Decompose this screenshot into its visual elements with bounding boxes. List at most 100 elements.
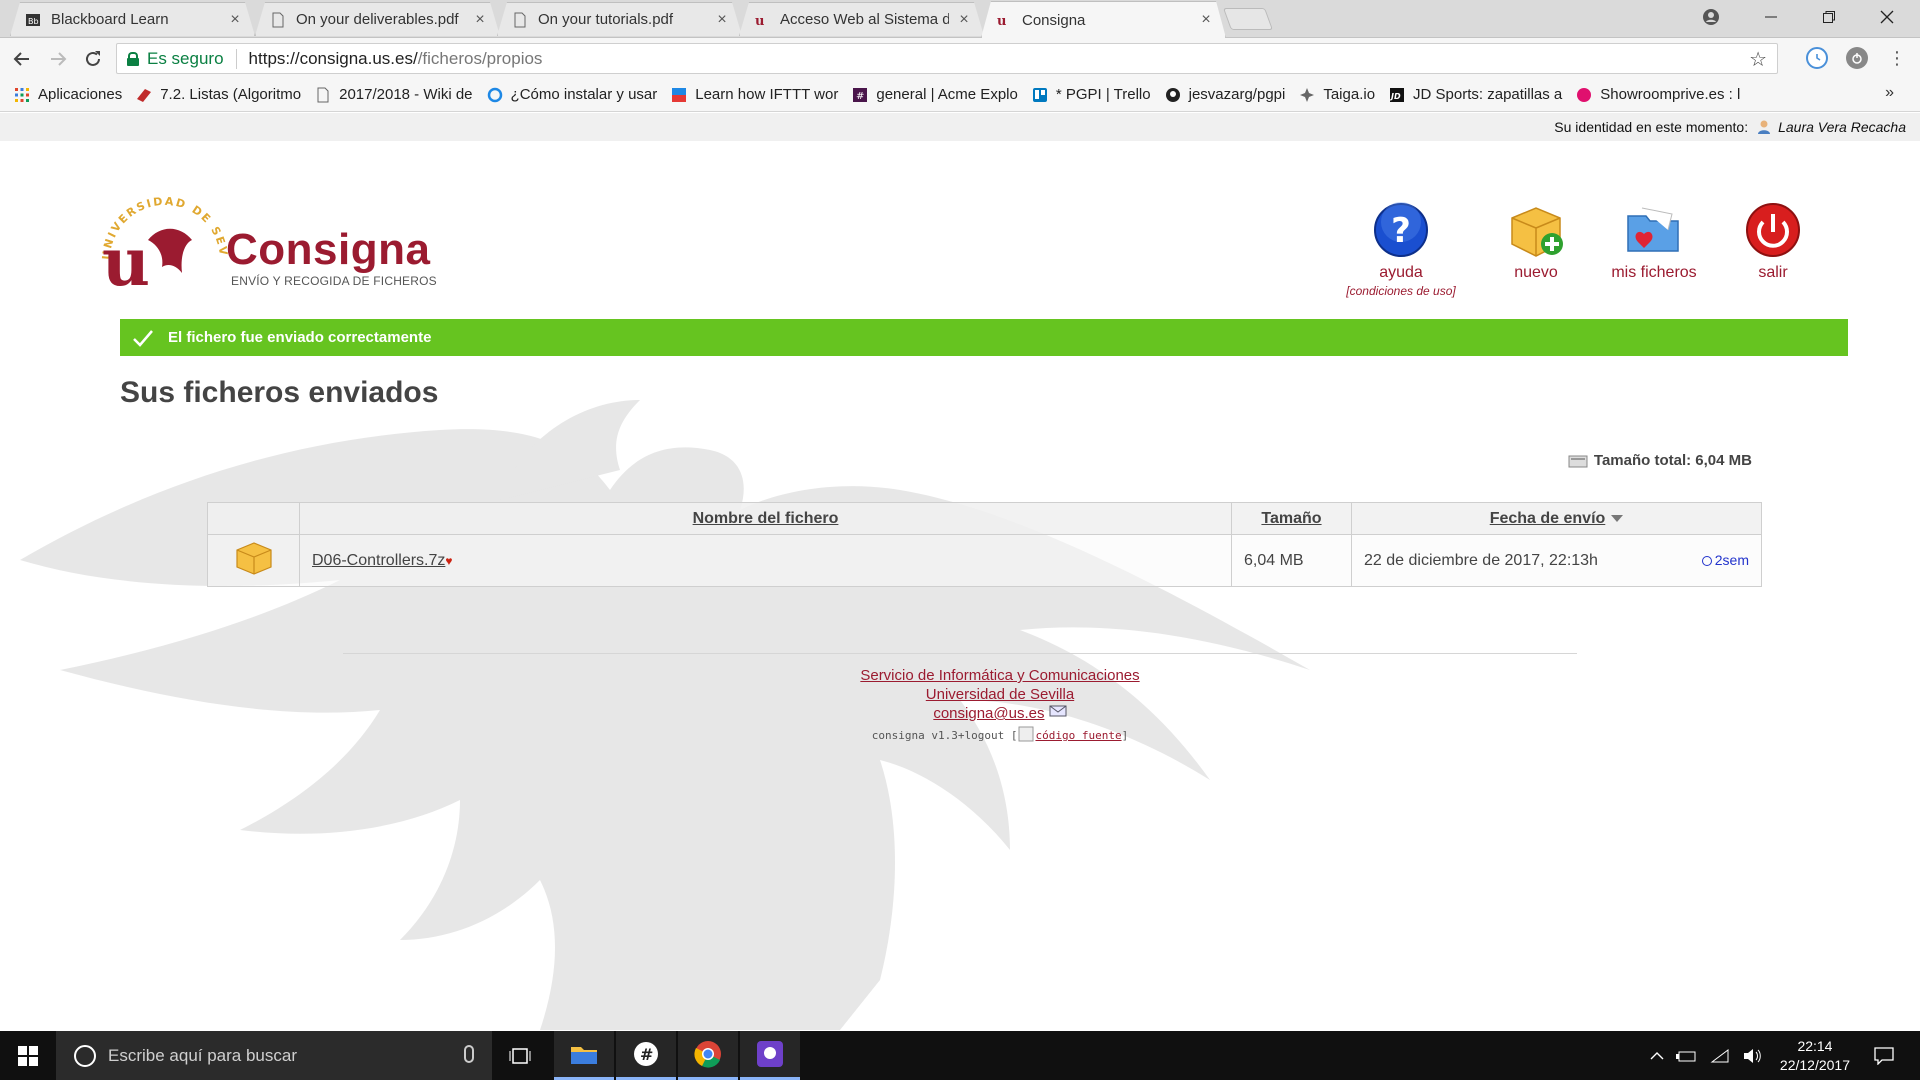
bookmark-ifttt[interactable]: Learn how IFTTT wor — [671, 86, 838, 103]
file-icon-cell — [207, 534, 300, 587]
bookmarks-bar: Aplicaciones 7.2. Listas (Algoritmo 2017… — [0, 78, 1920, 112]
new-tab-button[interactable] — [1222, 8, 1274, 30]
taskbar-search[interactable]: Escribe aquí para buscar — [56, 1031, 492, 1080]
close-tab-icon[interactable]: × — [471, 11, 489, 29]
close-tab-icon[interactable]: × — [955, 11, 973, 29]
tab-bar: Bb Blackboard Learn × On your deliverabl… — [0, 0, 1920, 38]
org-link[interactable]: Servicio de Informática y Comunicaciones — [860, 667, 1139, 684]
total-label: Tamaño total: — [1593, 452, 1692, 469]
help-button[interactable]: ? ayuda [condiciones de uso] — [1336, 200, 1466, 298]
bookmark-slack[interactable]: # general | Acme Explo — [852, 86, 1018, 103]
minimize-icon[interactable] — [1743, 0, 1799, 34]
envelope-icon — [1049, 705, 1067, 717]
task-view-icon[interactable] — [490, 1031, 550, 1080]
source-code-link[interactable]: código fuente — [1035, 729, 1121, 742]
sort-desc-icon — [1611, 514, 1624, 522]
logout-button[interactable]: salir — [1708, 200, 1838, 282]
bookmark-trello[interactable]: * PGPI | Trello — [1032, 86, 1151, 103]
address-bar[interactable]: Es seguro https://consigna.us.es//ficher… — [116, 43, 1778, 74]
windows-start-icon[interactable] — [0, 1031, 56, 1080]
bookmark-label: general | Acme Explo — [876, 86, 1018, 103]
logout-label: salir — [1758, 264, 1788, 281]
tab-title: Acceso Web al Sistema d — [780, 11, 949, 28]
bookmark-showroom[interactable]: Showroomprive.es : l — [1576, 86, 1740, 103]
university-link[interactable]: Universidad de Sevilla — [926, 686, 1074, 703]
terms-of-use-link[interactable]: [condiciones de uso] — [1336, 284, 1466, 298]
extension-clock-icon[interactable] — [1806, 47, 1828, 69]
battery-icon[interactable] — [1672, 1031, 1702, 1080]
notifications-icon[interactable] — [1864, 1031, 1904, 1080]
tab-blackboard[interactable]: Bb Blackboard Learn × — [10, 2, 255, 36]
tab-consigna[interactable]: u Consigna × — [981, 1, 1226, 38]
file-date-cell: 22 de diciembre de 2017, 22:13h 2sem — [1351, 534, 1762, 587]
file-size-cell: 6,04 MB — [1231, 534, 1352, 587]
document-icon — [1018, 726, 1034, 742]
menu-kebab-icon[interactable]: ⋮ — [1886, 47, 1908, 69]
tab-tutorials[interactable]: On your tutorials.pdf × — [497, 2, 742, 36]
new-button[interactable]: nuevo — [1471, 200, 1601, 282]
tray-chevron-up-icon[interactable] — [1645, 1031, 1669, 1080]
bookmark-star-icon[interactable]: ☆ — [1749, 47, 1767, 72]
refresh-blue-icon — [487, 87, 502, 102]
date-column-header[interactable]: Fecha de envío — [1351, 502, 1762, 535]
bookmark-label: 7.2. Listas (Algoritmo — [160, 86, 302, 103]
close-tab-icon[interactable]: × — [226, 11, 244, 29]
volume-icon[interactable] — [1737, 1031, 1767, 1080]
wifi-icon[interactable] — [1705, 1031, 1735, 1080]
slack-app-icon[interactable]: # — [616, 1031, 676, 1080]
bookmark-jd[interactable]: JD JD Sports: zapatillas a — [1389, 86, 1562, 103]
files-table: Nombre del fichero Tamaño Fecha de envío… — [207, 502, 1762, 587]
ifttt-icon — [672, 87, 687, 102]
check-icon — [133, 329, 153, 347]
restore-icon[interactable] — [1801, 0, 1857, 34]
my-files-label: mis ficheros — [1611, 264, 1697, 281]
extension-power-icon[interactable] — [1846, 47, 1868, 69]
relative-time-label: 2sem — [1714, 551, 1749, 568]
my-files-button[interactable]: mis ficheros — [1589, 200, 1719, 282]
page-icon — [317, 87, 329, 102]
bookmark-label: JD Sports: zapatillas a — [1413, 86, 1563, 103]
bookmark-como-instalar[interactable]: ¿Cómo instalar y usar — [487, 86, 657, 103]
total-size: Tamaño total: 6,04 MB — [1568, 452, 1752, 469]
power-icon — [1746, 203, 1800, 257]
user-icon — [1758, 120, 1771, 134]
terms-label: condiciones de uso — [1349, 284, 1453, 298]
my-files-folder-icon — [1627, 207, 1679, 252]
back-icon[interactable] — [8, 45, 36, 73]
bookmark-taiga[interactable]: Taiga.io — [1299, 86, 1375, 103]
email-link[interactable]: consigna@us.es — [933, 705, 1044, 722]
microphone-icon[interactable] — [464, 1045, 474, 1063]
identity-label: Su identidad en este momento: — [1554, 119, 1749, 135]
bookmark-apps[interactable]: Aplicaciones — [14, 86, 122, 103]
chrome-app-icon[interactable] — [678, 1031, 738, 1080]
file-explorer-icon[interactable] — [554, 1031, 614, 1080]
close-tab-icon[interactable]: × — [1197, 11, 1215, 29]
bookmark-github[interactable]: jesvazarg/pgpi — [1165, 86, 1285, 103]
reload-icon[interactable] — [79, 45, 107, 73]
github-desktop-icon[interactable] — [740, 1031, 800, 1080]
name-column-header[interactable]: Nombre del fichero — [299, 502, 1232, 535]
bookmark-listas[interactable]: 7.2. Listas (Algoritmo — [136, 86, 301, 103]
bookmarks-overflow-icon[interactable]: » — [1885, 84, 1894, 102]
slack-icon: # — [853, 87, 868, 102]
tab-acceso-web[interactable]: u Acceso Web al Sistema d × — [739, 2, 984, 36]
success-message: El fichero fue enviado correctamente — [168, 329, 432, 346]
divider — [235, 48, 237, 69]
tab-deliverables[interactable]: On your deliverables.pdf × — [255, 2, 500, 36]
tab-title: On your tutorials.pdf — [538, 11, 674, 28]
page-icon — [270, 12, 286, 28]
page-title: Sus ficheros enviados — [120, 376, 439, 409]
taskbar-clock[interactable]: 22:14 22/12/2017 — [1780, 1037, 1850, 1075]
file-name-link[interactable]: D06-Controllers.7z — [312, 552, 445, 569]
close-tab-icon[interactable]: × — [713, 11, 731, 29]
browser-toolbar: Es seguro https://consigna.us.es//ficher… — [0, 38, 1920, 78]
url-path: /ficheros/propios — [417, 48, 543, 68]
disk-icon — [1568, 455, 1588, 467]
clock-time: 22:14 — [1797, 1038, 1833, 1054]
bookmark-label: Taiga.io — [1323, 86, 1376, 103]
bookmark-wiki[interactable]: 2017/2018 - Wiki de — [315, 86, 473, 103]
profile-icon[interactable] — [1683, 0, 1739, 34]
close-window-icon[interactable] — [1859, 0, 1915, 34]
size-column-header[interactable]: Tamaño — [1231, 502, 1352, 535]
forward-icon[interactable] — [44, 45, 72, 73]
